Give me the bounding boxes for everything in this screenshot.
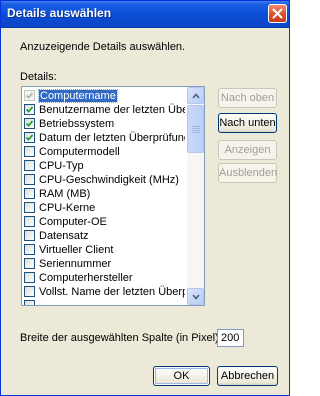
list-item[interactable]: CPU-Geschwindigkeit (MHz) bbox=[22, 173, 185, 187]
item-checkbox[interactable] bbox=[24, 285, 35, 297]
item-checkbox[interactable] bbox=[24, 117, 35, 129]
cancel-button[interactable]: Abbrechen bbox=[217, 366, 278, 386]
dialog-description: Anzuzeigende Details auswählen. bbox=[20, 41, 186, 53]
move-down-button[interactable]: Nach unten bbox=[218, 113, 277, 133]
item-label: Datum der letzten Überprüfung bbox=[39, 132, 185, 145]
vertical-scrollbar[interactable] bbox=[187, 87, 204, 305]
title-bar[interactable]: Details auswählen bbox=[1, 1, 289, 28]
item-checkbox[interactable] bbox=[24, 131, 35, 143]
list-item[interactable]: Computer-OE bbox=[22, 215, 185, 229]
item-checkbox[interactable] bbox=[24, 215, 35, 227]
item-checkbox[interactable] bbox=[24, 271, 35, 283]
item-checkbox bbox=[24, 89, 35, 101]
item-label: Computermodell bbox=[39, 146, 120, 159]
list-item[interactable]: Virtueller Client bbox=[22, 243, 185, 257]
item-label: Computerhersteller bbox=[39, 272, 133, 285]
item-checkbox[interactable] bbox=[24, 229, 35, 241]
item-label: Virtueller Client bbox=[39, 244, 114, 257]
item-checkbox[interactable] bbox=[24, 257, 35, 269]
item-label: Vollst. Name der letzten Überprüfung bbox=[39, 286, 185, 299]
item-checkbox[interactable] bbox=[24, 103, 35, 115]
item-checkbox[interactable] bbox=[24, 145, 35, 157]
item-label: RAM (MB) bbox=[39, 188, 91, 201]
hide-button[interactable]: Ausblenden bbox=[218, 163, 277, 183]
column-width-label: Breite der ausgewählten Spalte (in Pixel… bbox=[20, 332, 222, 344]
list-item[interactable]: Benutzername der letzten Überprüfung bbox=[22, 103, 185, 117]
details-label: Details: bbox=[20, 71, 57, 83]
ok-button[interactable]: OK bbox=[153, 366, 210, 386]
scroll-down-button[interactable] bbox=[187, 288, 204, 305]
item-label: Datensatz bbox=[39, 230, 89, 243]
item-label: Betriebssystem bbox=[39, 118, 115, 131]
list-item[interactable]: Computermodell bbox=[22, 145, 185, 159]
scroll-up-button[interactable] bbox=[187, 87, 204, 104]
item-label: CPU-Typ bbox=[39, 160, 84, 173]
list-item[interactable]: Datum der letzten Überprüfung bbox=[22, 131, 185, 145]
list-item[interactable]: CPU-Kerne bbox=[22, 201, 185, 215]
item-checkbox[interactable] bbox=[24, 187, 35, 199]
move-up-button[interactable]: Nach oben bbox=[218, 88, 277, 108]
item-label: Benutzername der letzten Überprüfung bbox=[39, 104, 185, 117]
item-checkbox[interactable] bbox=[24, 243, 35, 255]
list-item[interactable] bbox=[22, 299, 185, 305]
item-label: CPU-Kerne bbox=[39, 202, 96, 215]
window-title: Details auswählen bbox=[7, 6, 112, 20]
item-label: Computer-OE bbox=[39, 216, 107, 229]
item-label: Computername bbox=[38, 89, 118, 104]
details-listbox[interactable]: ComputernameBenutzername der letzten Übe… bbox=[21, 86, 205, 306]
column-width-input[interactable] bbox=[217, 329, 244, 347]
list-item[interactable]: Betriebssystem bbox=[22, 117, 185, 131]
list-item[interactable]: Computername bbox=[22, 89, 185, 104]
list-item[interactable]: Vollst. Name der letzten Überprüfung bbox=[22, 285, 185, 299]
scroll-thumb[interactable] bbox=[187, 105, 204, 153]
list-item[interactable]: Seriennummer bbox=[22, 257, 185, 271]
item-label: CPU-Geschwindigkeit (MHz) bbox=[39, 174, 179, 187]
item-checkbox[interactable] bbox=[24, 159, 35, 171]
item-checkbox[interactable] bbox=[24, 201, 35, 213]
details-dialog: Details auswählen Anzuzeigende Details a… bbox=[0, 0, 290, 396]
show-button[interactable]: Anzeigen bbox=[218, 140, 277, 160]
item-checkbox[interactable] bbox=[24, 173, 35, 185]
list-item[interactable]: Datensatz bbox=[22, 229, 185, 243]
close-button[interactable] bbox=[268, 4, 287, 23]
list-item[interactable]: RAM (MB) bbox=[22, 187, 185, 201]
item-label: Seriennummer bbox=[39, 258, 112, 271]
details-list: ComputernameBenutzername der letzten Übe… bbox=[22, 87, 185, 305]
list-item[interactable]: Computerhersteller bbox=[22, 271, 185, 285]
list-item[interactable]: CPU-Typ bbox=[22, 159, 185, 173]
item-checkbox[interactable] bbox=[24, 299, 35, 305]
